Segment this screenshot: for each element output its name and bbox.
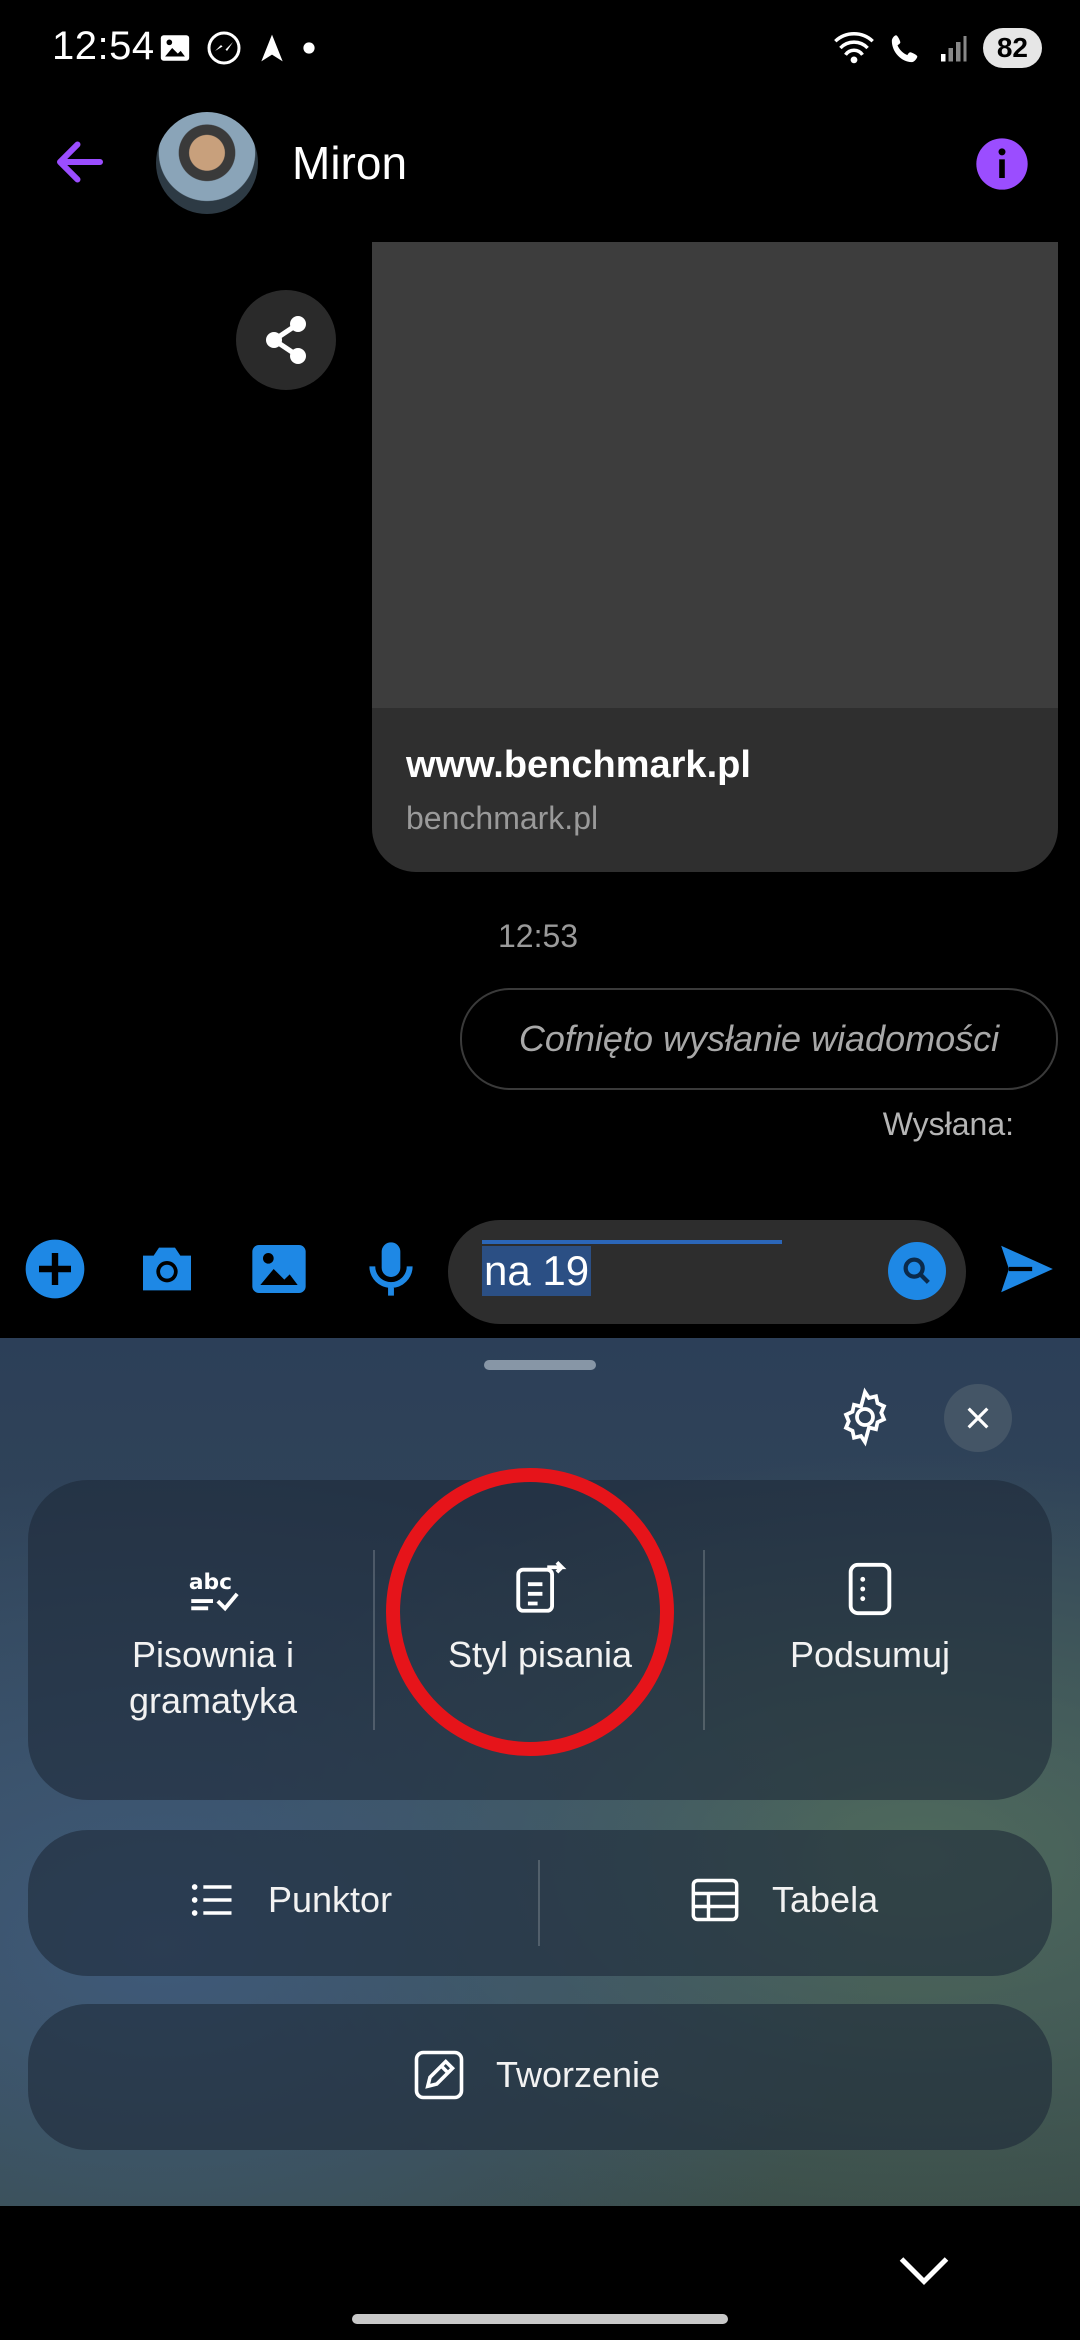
- close-button[interactable]: [944, 1384, 1012, 1452]
- chevron-down-icon: [899, 2257, 949, 2286]
- gear-icon: [843, 1387, 887, 1447]
- sent-status: Wysłana:: [882, 1106, 1014, 1142]
- tool-label: Podsumuj: [789, 1634, 951, 1675]
- camera-icon: [143, 1247, 191, 1291]
- dot-icon: [303, 42, 315, 54]
- link-domain: benchmark.pl: [406, 800, 599, 836]
- table-icon: [691, 1878, 739, 1922]
- message-input-text[interactable]: na 19: [482, 1246, 592, 1296]
- navigation-arrow-icon: [261, 34, 283, 62]
- bullet-list-button[interactable]: Punktor: [186, 1874, 392, 1926]
- pencil-box-icon: [414, 2050, 464, 2100]
- camera-button[interactable]: [132, 1234, 202, 1304]
- bullet-list-label: Punktor: [268, 1879, 393, 1920]
- highlight-circle: [386, 1468, 674, 1756]
- table-button[interactable]: Tabela: [688, 1874, 878, 1926]
- link-title: www.benchmark.pl: [406, 744, 751, 786]
- wifi-icon: [833, 32, 874, 64]
- message-timestamp: 12:53: [498, 918, 579, 954]
- info-icon: [976, 138, 1028, 190]
- info-button[interactable]: [974, 136, 1030, 192]
- ai-search-button[interactable]: [888, 1242, 946, 1300]
- divider: [703, 1550, 705, 1730]
- abc-check-icon: abc: [189, 1570, 239, 1612]
- battery-indicator: 82: [982, 28, 1042, 68]
- image-icon: [252, 1245, 306, 1293]
- format-tools-card: [28, 1830, 1052, 1976]
- avatar[interactable]: [156, 112, 258, 214]
- more-actions-button[interactable]: [20, 1234, 90, 1304]
- status-system-icons: 82: [833, 28, 1042, 68]
- status-notification-icons: [158, 30, 316, 66]
- input-selection-bar: [482, 1240, 782, 1244]
- send-icon: [1001, 1245, 1053, 1293]
- microphone-icon: [369, 1242, 413, 1296]
- divider: [538, 1860, 540, 1946]
- hide-keyboard-button[interactable]: [894, 2244, 954, 2294]
- back-arrow-icon: [57, 141, 103, 183]
- table-label: Tabela: [772, 1879, 879, 1920]
- gallery-icon: [160, 35, 190, 61]
- compose-label: Tworzenie: [496, 2054, 661, 2095]
- settings-button[interactable]: [832, 1384, 898, 1450]
- contact-name[interactable]: Miron: [292, 136, 407, 190]
- svg-text:abc: abc: [189, 1570, 232, 1595]
- status-time: 12:54: [52, 24, 155, 68]
- close-icon: [967, 1407, 989, 1429]
- gallery-button[interactable]: [244, 1234, 314, 1304]
- bullet-list-icon: [191, 1884, 232, 1916]
- tool-spelling-grammar[interactable]: abc Pisownia i gramatyka: [48, 1560, 378, 1724]
- signal-icon: [940, 36, 967, 62]
- back-button[interactable]: [50, 132, 110, 192]
- share-button[interactable]: [236, 290, 336, 390]
- share-icon: [266, 316, 306, 364]
- voice-button[interactable]: [356, 1234, 426, 1304]
- search-icon: [903, 1257, 930, 1284]
- plus-circle-icon: [25, 1239, 85, 1299]
- compose-button[interactable]: Tworzenie: [412, 2048, 660, 2102]
- link-preview-image: [372, 242, 1058, 708]
- link-preview-card[interactable]: www.benchmark.pl benchmark.pl: [372, 242, 1058, 872]
- messenger-icon: [207, 31, 241, 65]
- summary-icon: [848, 1562, 892, 1616]
- gesture-nav-handle[interactable]: [352, 2314, 728, 2324]
- tool-summarize[interactable]: Podsumuj: [710, 1560, 1030, 1678]
- tool-label: Pisownia i gramatyka: [128, 1634, 298, 1721]
- panel-drag-handle[interactable]: [484, 1360, 596, 1370]
- unsent-message-bubble: Cofnięto wysłanie wiadomości: [460, 988, 1058, 1090]
- message-input[interactable]: na 19: [448, 1220, 966, 1324]
- send-button[interactable]: [992, 1234, 1062, 1304]
- wifi-call-icon: [891, 35, 918, 63]
